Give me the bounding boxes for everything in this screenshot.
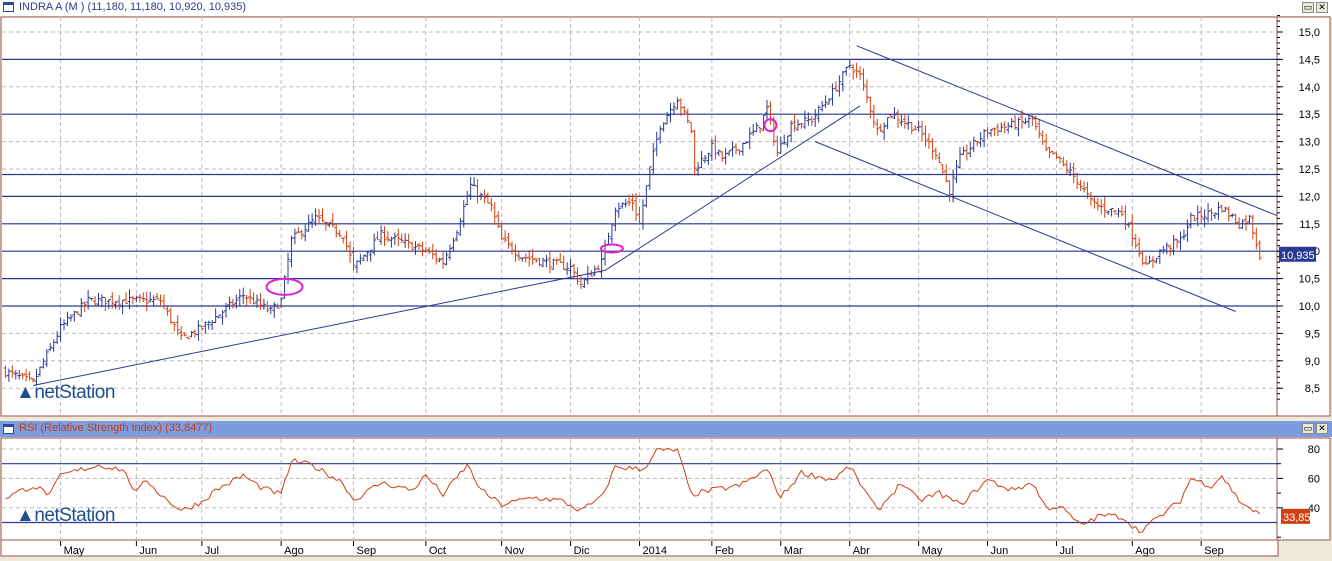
month-label: Nov [505,545,525,557]
price-tick-label: 14,0 [1299,82,1320,94]
month-label: May [64,545,85,557]
month-label: Dic [574,545,590,557]
month-label: May [922,545,943,557]
price-tick-label: 12,5 [1299,164,1320,176]
month-label: Jun [991,545,1009,557]
price-tick-label: 10,5 [1299,274,1320,286]
price-tick-label: 9,0 [1305,356,1320,368]
month-label: 2014 [643,545,667,557]
last-price-badge: 10,935 [1279,246,1316,262]
price-tick-label: 12,0 [1299,191,1320,203]
month-label: Abr [853,545,870,557]
stock-chart[interactable]: 15,014,514,013,513,012,512,011,511,010,5… [0,0,1332,561]
last-rsi-badge: 33,85 [1281,508,1311,524]
month-label: Jun [139,545,157,557]
price-tick-label: 15,0 [1299,27,1320,39]
month-label: Sep [356,545,376,557]
month-label: Jul [205,545,219,557]
rsi-tick-label: 80 [1308,444,1320,456]
month-label: Oct [429,545,446,557]
netstation-logo-rsi: ▲netStation [16,505,115,526]
month-label: Jul [1059,545,1073,557]
price-tick-label: 14,5 [1299,54,1320,66]
month-label: Sep [1204,545,1224,557]
price-tick-label: 9,5 [1305,328,1320,340]
month-label: Ago [284,545,304,557]
price-tick-label: 11,5 [1299,219,1320,231]
price-tick-label: 13,5 [1299,109,1320,121]
rsi-panel-frame [0,437,1331,541]
month-label: Mar [784,545,803,557]
price-panel-frame [0,16,1331,417]
last-rsi-value: 33,85 [1283,512,1311,524]
price-tick-label: 8,5 [1305,383,1320,395]
month-label: Ago [1135,545,1155,557]
netstation-logo: ▲netStation [16,382,115,403]
price-tick-label: 10,0 [1299,301,1320,313]
rsi-tick-label: 60 [1308,473,1320,485]
month-label: Feb [715,545,734,557]
last-price-value: 10,935 [1281,250,1315,262]
price-tick-label: 13,0 [1299,137,1320,149]
